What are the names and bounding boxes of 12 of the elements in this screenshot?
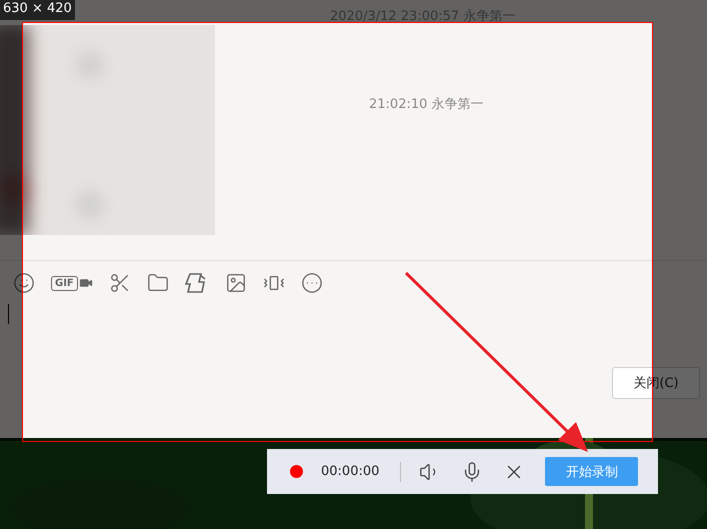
scissors-icon[interactable]	[108, 272, 131, 294]
start-recording-button[interactable]: 开始录制	[545, 457, 638, 486]
message-time: 21:02:10 永争第一	[368, 96, 485, 114]
emoji-icon[interactable]	[13, 272, 35, 294]
timer: 00:00:00	[321, 464, 380, 479]
folder-icon[interactable]	[146, 272, 169, 294]
more-icon[interactable]	[300, 272, 323, 294]
record-dot-icon	[290, 465, 303, 478]
size-label: 630 × 420	[0, 0, 75, 20]
text-cursor	[8, 304, 9, 324]
image-icon[interactable]	[224, 272, 247, 294]
camera-icon	[78, 276, 93, 290]
